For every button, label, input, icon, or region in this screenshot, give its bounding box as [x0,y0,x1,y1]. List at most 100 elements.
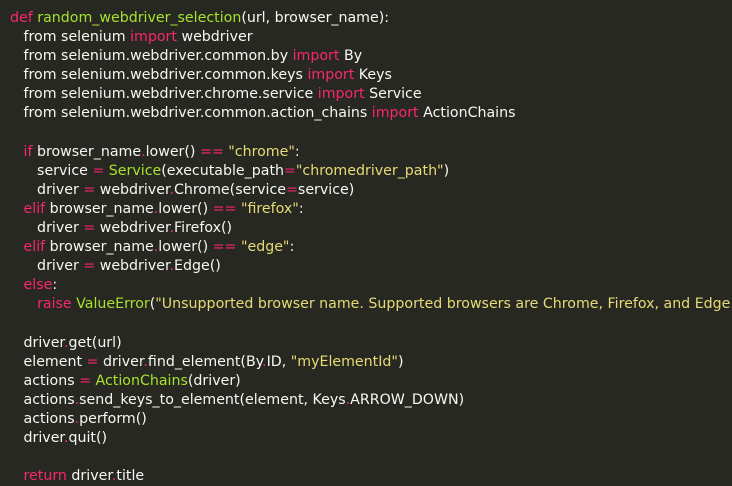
code-text-token: ActionChains [418,105,516,122]
string-literal-token: "edge" [240,239,290,256]
code-line: service = Service(executable_path="chrom… [10,162,732,181]
code-text-token: driver [66,468,112,485]
keyword-token: = [83,258,96,275]
code-text-token: : [298,200,304,217]
keyword-token: import [130,29,177,46]
function-name-token: ActionChains [95,372,188,389]
keyword-token: import [371,105,419,122]
code-line: from selenium.webdriver.common.by import… [10,47,732,66]
code-text-token: browser_name [32,143,142,160]
code-text-token: driver [10,334,64,351]
code-text-token: from selenium.webdriver.common.keys [10,67,308,84]
code-text-token: driver [10,258,84,275]
code-line: driver.quit() [10,429,732,448]
code-line: from selenium.webdriver.common.action_ch… [10,104,732,123]
code-text-token: get(url) [68,334,122,351]
code-text-token: webdriver [95,181,170,198]
keyword-token: = [83,181,96,198]
code-text-token: ID, [266,353,291,370]
code-text-token: webdriver [176,29,253,46]
code-line: from selenium.webdriver.common.keys impo… [10,66,732,85]
code-text-token: webdriver [95,220,170,237]
code-text-token: (driver) [187,372,241,389]
keyword-token: elif [23,239,46,256]
code-text-token: Edge() [174,258,221,275]
code-text-token: By [339,48,363,65]
code-text-token: driver [98,353,144,370]
code-text-token: Firefox() [174,220,233,237]
code-text-token: Chrome(service [174,181,287,198]
function-name-token: random_webdriver_selection [37,10,242,26]
code-text-token: : [294,143,300,160]
code-text-token: Keys [354,67,392,84]
code-text-token: browser_name [45,200,154,217]
code-text-token: actions [10,372,80,389]
code-line: actions.send_keys_to_element(element, Ke… [10,391,732,410]
keyword-token: = [284,162,296,179]
keyword-token: == [199,143,224,160]
string-literal-token: "Unsupported browser name. Supported bro… [155,296,732,313]
string-literal-token: "firefox" [240,200,299,217]
keyword-token: import [292,48,340,65]
keyword-token: = [286,181,298,198]
function-name-token: ValueError [76,296,150,313]
code-line: from selenium.webdriver.chrome.service i… [10,85,732,104]
code-text-token: driver [10,181,84,198]
code-line: return driver.title [10,467,732,486]
keyword-token: = [86,353,99,370]
code-text-token: from selenium.webdriver.common.by [10,48,293,65]
code-text-token: from selenium.webdriver.chrome.service [10,86,318,103]
keyword-token: == [212,200,237,217]
function-name-token: Service [108,162,162,179]
code-line: actions = ActionChains(driver) [10,372,732,391]
string-literal-token: "chrome" [228,143,295,160]
keyword-token: == [212,239,237,256]
string-literal-token: "myElementId" [290,353,398,370]
code-text-token: webdriver [95,258,170,275]
keyword-token: return [23,468,67,485]
keyword-token: import [317,86,365,103]
code-text-token: from selenium.webdriver.common.action_ch… [10,105,372,122]
keyword-token: elif [23,200,46,217]
code-text-token: quit() [68,430,108,447]
code-text-token: lower() [145,143,200,160]
code-text-token: title [116,468,145,485]
code-text-token: browser_name [45,239,154,256]
code-text-token: : [289,239,295,256]
code-text-token: driver [10,430,64,447]
keyword-token: raise [37,296,72,313]
code-line: driver = webdriver.Firefox() [10,219,732,238]
code-text-token: ) [443,162,450,179]
keyword-token: = [83,220,96,237]
code-text-token: element [10,353,87,370]
keyword-token: else [23,277,53,294]
keyword-token: def [10,10,33,26]
code-line: if browser_name.lower() == "chrome": [10,143,732,162]
code-text-token: Service [364,86,422,103]
code-text-token: actions [10,391,75,408]
code-text-token: : [52,277,58,294]
code-line: element = driver.find_element(By.ID, "my… [10,353,732,372]
code-text-token: lower() [158,239,213,256]
code-text-token: find_element(By [147,353,263,370]
code-text-token: service) [297,181,355,198]
code-editor[interactable]: def random_webdriver_selection(url, brow… [0,0,732,484]
code-line: raise ValueError("Unsupported browser na… [10,295,732,314]
code-text-token: lower() [158,200,213,217]
code-text-token: from selenium [10,29,131,46]
code-line: driver = webdriver.Edge() [10,257,732,276]
code-text-token: ARROW_DOWN) [350,391,465,408]
code-line: driver.get(url) [10,334,732,353]
keyword-token: = [79,372,91,389]
code-line: def random_webdriver_selection(url, brow… [10,9,732,28]
code-line: elif browser_name.lower() == "edge": [10,238,732,257]
code-text-token: (url, browser_name): [241,10,390,26]
code-text-token: (executable_path [161,162,285,179]
code-text-token: send_keys_to_element(element, Keys [79,391,346,408]
